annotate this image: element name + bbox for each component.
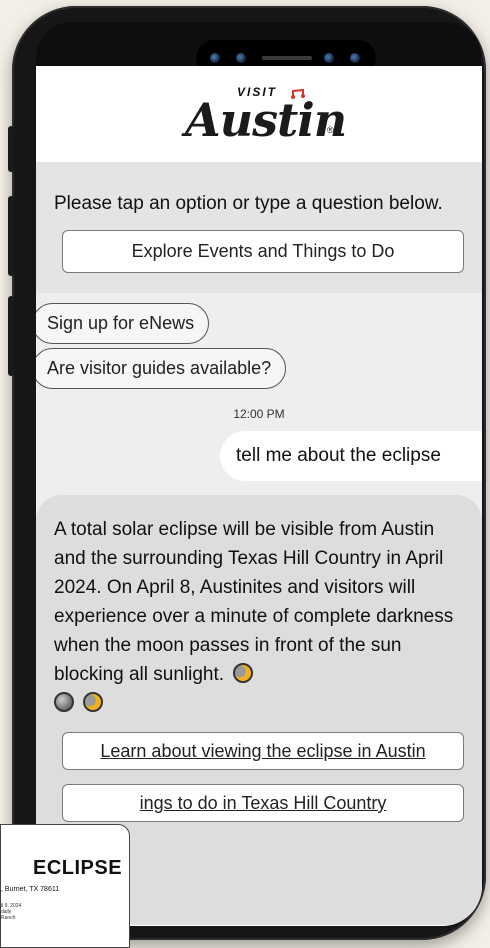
new-moon-icon <box>54 692 74 712</box>
phone-volume-down <box>8 296 14 376</box>
chip-visitor-guides[interactable]: Are visitor guides available? <box>36 348 287 389</box>
camera-icon <box>236 53 246 63</box>
sensor-icon <box>210 53 220 63</box>
phone-frame: VISIT Austin ® Please tap an option or t… <box>8 6 486 940</box>
quick-reply-chips: Sign up for eNews Are visitor guides ava… <box>36 293 482 389</box>
message-timestamp: 12:00 PM <box>233 407 285 421</box>
phone-volume-up <box>8 196 14 276</box>
chat-header: VISIT Austin ® <box>36 66 482 162</box>
visit-austin-logo: VISIT Austin ® <box>179 79 347 149</box>
logo-austin-text: Austin <box>185 93 347 147</box>
explore-events-button[interactable]: Explore Events and Things to Do <box>62 230 464 273</box>
speaker-grill <box>262 56 312 60</box>
top-bezel <box>36 22 482 76</box>
eclipse-icon <box>83 692 104 712</box>
eclipse-viewing-link[interactable]: Learn about viewing the eclipse in Austi… <box>62 732 464 770</box>
hill-country-link[interactable]: ings to do in Texas Hill Country <box>62 784 464 822</box>
chat-screen: VISIT Austin ® Please tap an option or t… <box>36 66 482 926</box>
eclipse-card-details: il 9, 2024 daily Ranch <box>1 903 21 921</box>
user-message: tell me about the eclipse <box>220 431 482 481</box>
prompt-text: Please tap an option or type a question … <box>54 193 443 214</box>
phone-side-button <box>8 126 14 172</box>
eclipse-card-location: , Burnet, TX 78611 <box>1 886 60 893</box>
sensor-icon <box>324 53 334 63</box>
chat-thread: Sign up for eNews Are visitor guides ava… <box>36 293 482 925</box>
eclipse-card-title: ECLIPSE <box>33 857 123 879</box>
eclipse-promo-card[interactable]: ECLIPSE , Burnet, TX 78611 il 9, 2024 da… <box>0 824 130 948</box>
bot-message-text: A total solar eclipse will be visible fr… <box>54 519 454 685</box>
moon-phase-icon <box>233 663 254 683</box>
sensor-icon <box>350 53 360 63</box>
chip-enews[interactable]: Sign up for eNews <box>36 303 210 344</box>
eclipse-card-venue: Ranch <box>1 915 16 921</box>
registered-mark: ® <box>327 125 334 135</box>
prompt-panel: Please tap an option or type a question … <box>36 162 482 293</box>
